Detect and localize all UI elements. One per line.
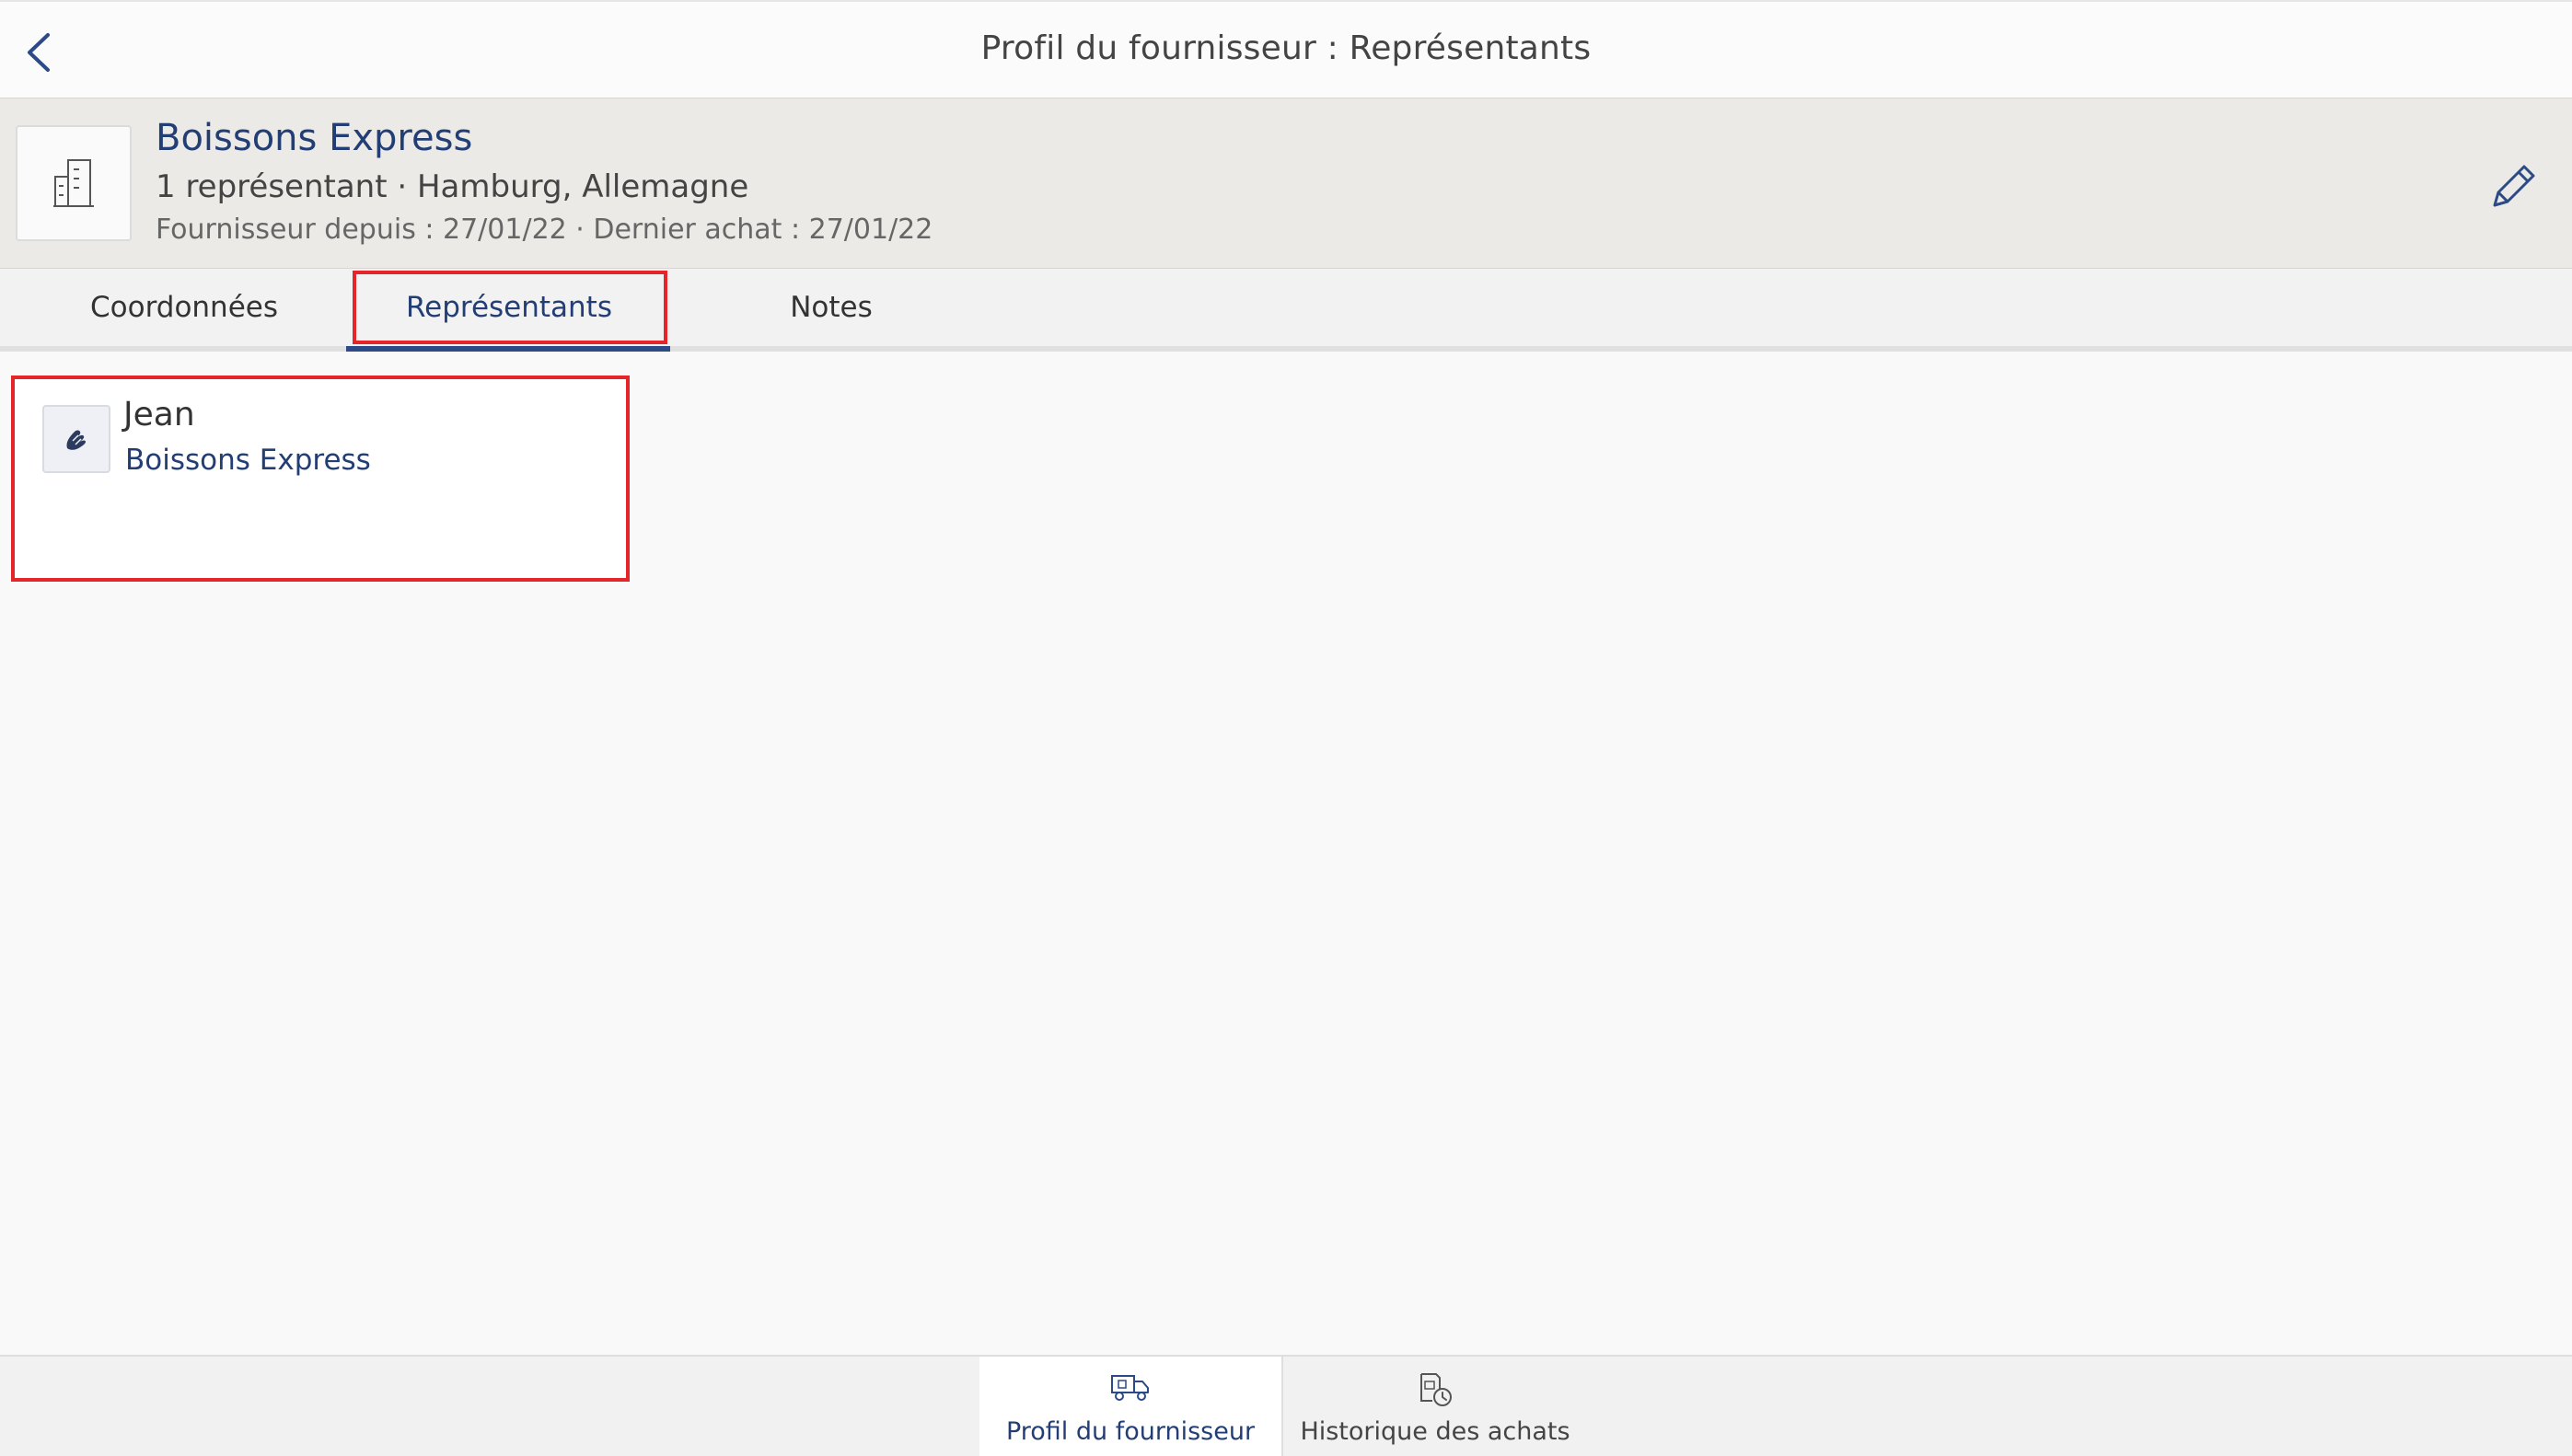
bottom-navigation: Profil du fournisseur Historique des ach… (0, 1355, 2572, 1456)
edit-supplier-button[interactable] (2484, 157, 2543, 216)
truck-icon (1111, 1375, 1149, 1401)
handshake-icon (66, 430, 86, 450)
representative-avatar (42, 405, 110, 473)
bottom-tab-label: Historique des achats (1300, 1417, 1570, 1446)
purchase-history-icon (1420, 1373, 1452, 1406)
representative-card[interactable]: Jean Boissons Express (11, 376, 630, 582)
bottom-tab-purchase-history[interactable]: Historique des achats (1283, 1357, 1587, 1456)
pencil-icon (2493, 165, 2535, 207)
representative-company: Boissons Express (125, 444, 371, 477)
tab-representants[interactable]: Représentants (348, 269, 670, 346)
bottom-tab-supplier-profile[interactable]: Profil du fournisseur (979, 1357, 1283, 1456)
tab-notes[interactable]: Notes (670, 269, 992, 346)
building-icon (53, 159, 94, 207)
active-tab-indicator (346, 346, 670, 352)
bottom-tab-label: Profil du fournisseur (1005, 1417, 1256, 1446)
supplier-summary: 1 représentant · Hamburg, Allemagne (156, 168, 749, 205)
tab-bar: Coordonnées Représentants Notes (0, 269, 2572, 352)
supplier-header: Boissons Express 1 représentant · Hambur… (0, 98, 2572, 269)
supplier-name: Boissons Express (156, 117, 473, 159)
representative-name: Jean (123, 396, 195, 433)
page-title: Profil du fournisseur : Représentants (980, 29, 1592, 67)
tab-coordonnees[interactable]: Coordonnées (0, 269, 368, 346)
supplier-avatar (16, 125, 132, 241)
top-navigation-bar: Profil du fournisseur : Représentants (0, 0, 2572, 98)
supplier-meta: Fournisseur depuis : 27/01/22 · Dernier … (156, 214, 933, 246)
